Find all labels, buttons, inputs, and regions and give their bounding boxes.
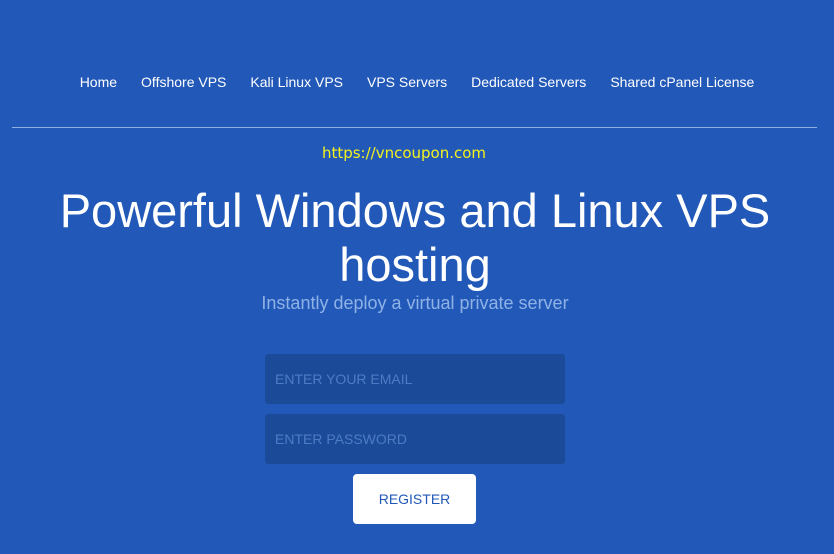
- nav-item-kali-linux-vps[interactable]: Kali Linux VPS: [250, 72, 343, 92]
- nav-item-offshore-vps[interactable]: Offshore VPS: [141, 72, 226, 92]
- top-nav: Home Offshore VPS Kali Linux VPS VPS Ser…: [0, 72, 834, 92]
- watermark-url: https://vncoupon.com: [321, 144, 487, 162]
- nav-divider: [12, 127, 817, 128]
- password-input[interactable]: [265, 414, 565, 464]
- nav-item-dedicated-servers[interactable]: Dedicated Servers: [471, 72, 586, 92]
- nav-item-home[interactable]: Home: [80, 72, 117, 92]
- nav-item-shared-cpanel-license[interactable]: Shared cPanel License: [610, 72, 754, 92]
- hero-subtitle: Instantly deploy a virtual private serve…: [261, 293, 569, 313]
- register-button[interactable]: REGISTER: [353, 474, 476, 524]
- email-input[interactable]: [265, 354, 565, 404]
- hero-title: Powerful Windows and Linux VPS hosting: [59, 184, 771, 291]
- nav-item-vps-servers[interactable]: VPS Servers: [367, 72, 447, 92]
